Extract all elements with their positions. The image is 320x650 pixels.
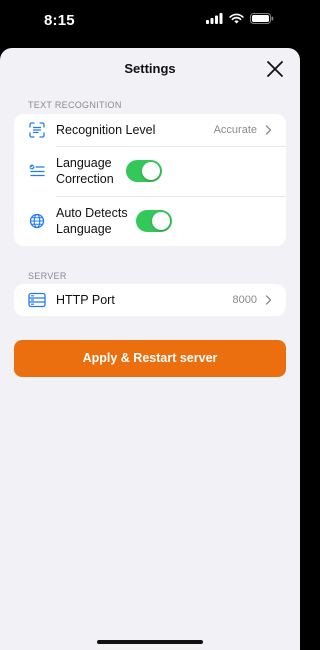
chevron-right-icon [265, 295, 272, 305]
close-button[interactable] [265, 59, 285, 79]
section-header-text-recognition: TEXT RECOGNITION [28, 100, 122, 110]
page-title: Settings [124, 61, 176, 76]
auto-detects-language-label: Auto Detects Language [56, 206, 128, 236]
settings-sheet: Settings TEXT RECOGNITION Recognition Le… [0, 48, 300, 650]
globe-icon [28, 212, 46, 230]
http-port-value: 8000 [232, 294, 257, 306]
status-bar: 8:15 [0, 0, 300, 44]
language-correction-label: Language Correction [56, 156, 114, 186]
auto-detects-language-toggle[interactable] [136, 210, 172, 232]
text-recognition-card: Recognition Level Accurate Language Corr… [14, 114, 286, 246]
auto-detects-language-row: Auto Detects Language [14, 196, 286, 246]
apply-restart-button[interactable]: Apply & Restart server [14, 340, 286, 377]
wifi-icon [229, 13, 244, 24]
server-icon [28, 291, 46, 309]
recognition-level-row[interactable]: Recognition Level Accurate [14, 114, 286, 146]
status-time: 8:15 [44, 12, 75, 29]
toggle-knob [152, 212, 170, 230]
text-scan-icon [28, 121, 46, 139]
recognition-level-label: Recognition Level [56, 123, 156, 137]
nav-bar: Settings [0, 48, 300, 88]
checklist-icon [28, 162, 46, 180]
battery-icon [250, 13, 274, 24]
signal-icon [206, 13, 223, 24]
recognition-level-value: Accurate [213, 124, 257, 136]
status-icons [206, 13, 274, 24]
server-card: HTTP Port 8000 [14, 284, 286, 316]
home-indicator [97, 640, 203, 644]
toggle-knob [142, 162, 160, 180]
chevron-right-icon [265, 125, 272, 135]
language-correction-row: Language Correction [14, 146, 286, 196]
http-port-row[interactable]: HTTP Port 8000 [14, 284, 286, 316]
language-correction-toggle[interactable] [126, 160, 162, 182]
section-header-server: SERVER [28, 271, 67, 281]
close-icon [267, 61, 283, 77]
http-port-label: HTTP Port [56, 293, 115, 307]
